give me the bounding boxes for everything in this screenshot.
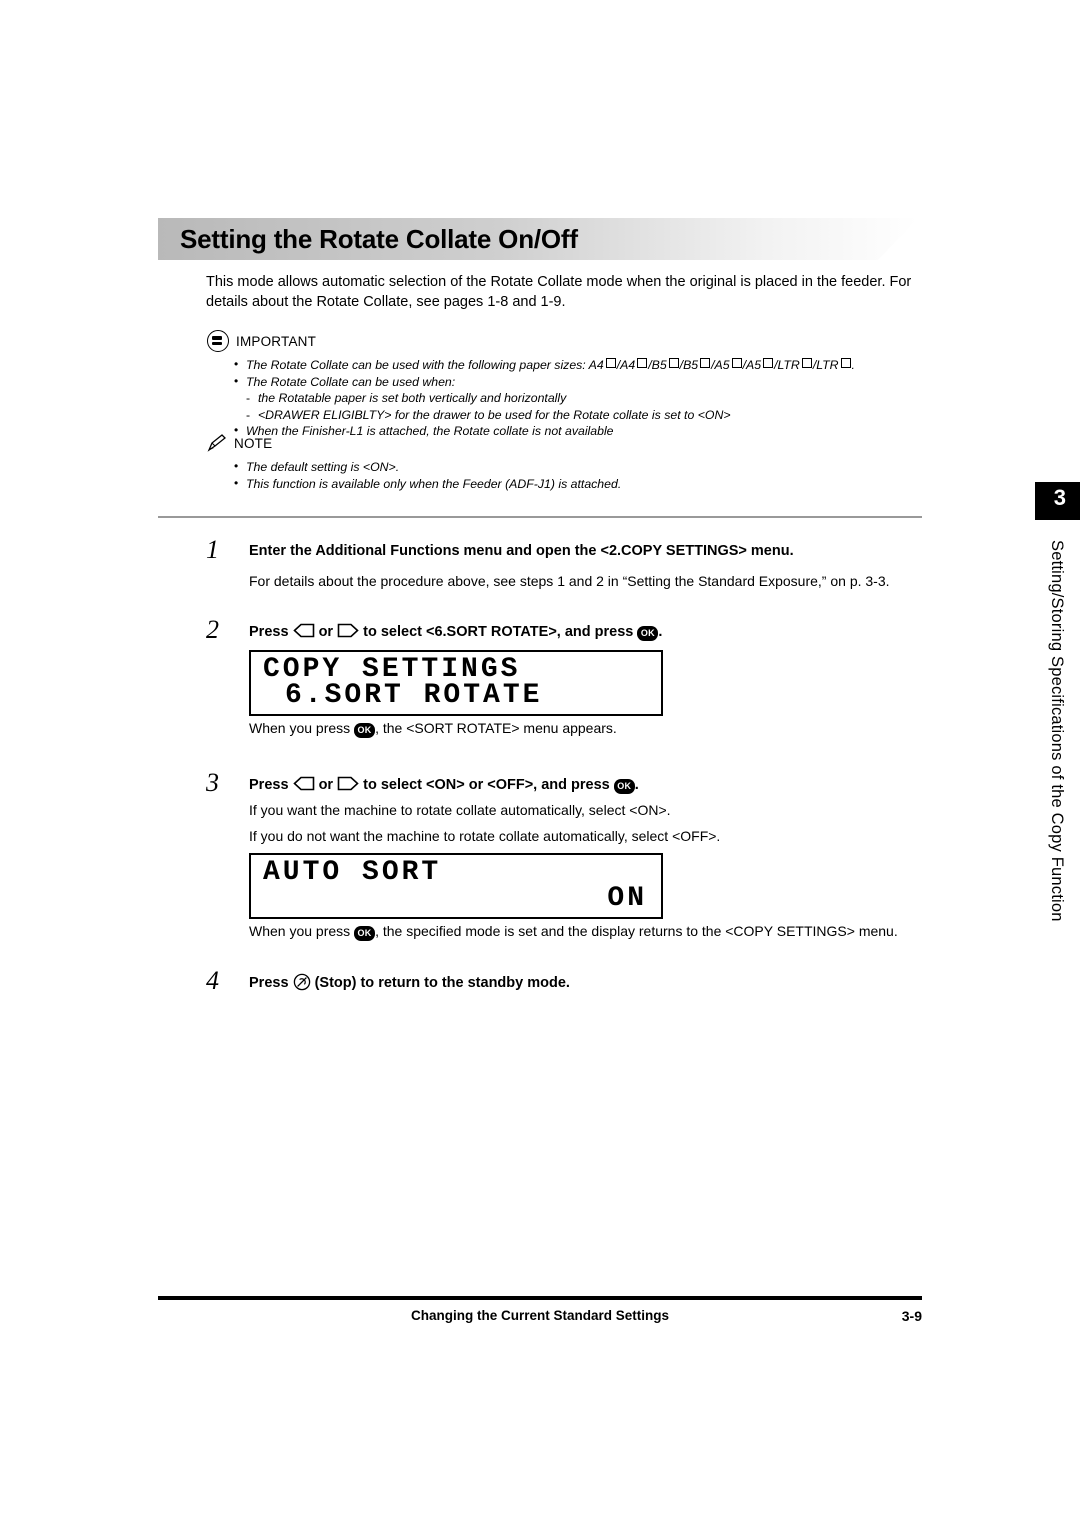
size-square-icon <box>700 358 711 368</box>
step-2-heading: Press or to select <6.SORT ROTATE>, and … <box>249 622 929 642</box>
chapter-number: 3 <box>1053 485 1066 510</box>
ok-key-icon: OK <box>613 779 635 794</box>
step-3-caption: When you press OK, the specified mode is… <box>249 921 939 941</box>
step-4-text-post: (Stop) to return to the standby mode. <box>314 975 570 991</box>
step-number-3: 3 <box>206 768 219 797</box>
bullet-text: /A5 <box>742 358 762 372</box>
size-square-icon <box>763 358 774 368</box>
step-2-caption: When you press OK, the <SORT ROTATE> men… <box>249 718 929 738</box>
bullet-text: /LTR <box>812 358 839 372</box>
step-3-text-end: . <box>634 777 639 793</box>
bullet-item: The Rotate Collate can be used with the … <box>232 356 932 374</box>
left-arrow-key-icon <box>292 776 315 791</box>
footer-divider <box>158 1296 922 1300</box>
step-3-body-1: If you want the machine to rotate collat… <box>249 802 671 818</box>
size-square-icon <box>731 358 742 368</box>
left-arrow-key-icon <box>292 623 315 638</box>
section-divider <box>158 516 922 518</box>
section-title-banner: Setting the Rotate Collate On/Off <box>158 218 918 260</box>
bullet-text: /LTR <box>774 358 800 372</box>
step-3-body-2: If you do not want the machine to rotate… <box>249 828 721 844</box>
size-square-icon <box>801 358 812 368</box>
size-square-icon <box>605 358 616 368</box>
step-2-text-pre: Press <box>249 624 289 640</box>
step-3-heading: Press or to select <ON> or <OFF>, and pr… <box>249 775 929 795</box>
lcd-2-line-1: AUTO SORT <box>263 857 442 888</box>
step-3-text-post: to select <ON> or <OFF>, and press <box>363 777 610 793</box>
right-arrow-key-icon <box>337 623 359 638</box>
step-1-heading: Enter the Additional Functions menu and … <box>249 543 794 559</box>
note-bullets: The default setting is <ON>. This functi… <box>232 458 932 493</box>
size-square-icon <box>668 358 679 368</box>
bullet-text: /B5 <box>679 358 699 372</box>
step-3-text-pre: Press <box>249 777 289 793</box>
ok-key-icon: OK <box>354 926 376 941</box>
page-title: Setting the Rotate Collate On/Off <box>180 224 578 254</box>
important-label: IMPORTANT <box>236 333 317 349</box>
step-number-2: 2 <box>206 615 219 644</box>
bullet-text: The Rotate Collate can be used with the … <box>246 358 604 372</box>
stop-key-icon <box>293 973 311 991</box>
step-3-caption-pre: When you press <box>249 923 351 939</box>
bullet-item: This function is available only when the… <box>232 475 932 493</box>
step-number-1: 1 <box>206 535 219 564</box>
bullet-item: When the Finisher-L1 is attached, the Ro… <box>232 422 932 440</box>
important-bullets: The Rotate Collate can be used with the … <box>232 356 932 440</box>
step-4-heading: Press (Stop) to return to the standby mo… <box>249 973 929 993</box>
chapter-side-title: Setting/Storing Specifications of the Co… <box>1048 540 1066 922</box>
step-4-text-pre: Press <box>249 975 289 991</box>
document-page: Setting the Rotate Collate On/Off This m… <box>0 0 1080 1528</box>
step-3-text-mid: or <box>318 777 334 793</box>
intro-paragraph: This mode allows automatic selection of … <box>206 274 912 310</box>
lcd-1-line-2: 6.SORT ROTATE <box>285 680 543 711</box>
step-2-text-end: . <box>658 624 663 640</box>
bullet-item: The Rotate Collate can be used when: <box>232 373 932 391</box>
step-2-text-mid: or <box>318 624 334 640</box>
step-2-caption-pre: When you press <box>249 720 351 736</box>
ok-key-icon: OK <box>354 723 376 738</box>
ok-key-icon: OK <box>637 626 659 641</box>
footer-page-number: 3-9 <box>901 1308 922 1324</box>
dash-item: <DRAWER ELIGIBLTY> for the drawer to be … <box>232 407 932 424</box>
note-block-header: NOTE <box>207 434 272 452</box>
right-arrow-key-icon <box>337 776 359 791</box>
size-square-icon <box>840 358 851 368</box>
pencil-icon <box>207 434 227 452</box>
important-icon <box>207 330 229 352</box>
bullet-text: . <box>851 358 855 372</box>
bullet-text: /A5 <box>711 358 730 372</box>
lcd-2-line-2: ON <box>607 883 647 914</box>
step-number-4: 4 <box>206 966 219 995</box>
step-1-body: For details about the procedure above, s… <box>249 573 890 589</box>
note-label: NOTE <box>234 435 273 451</box>
bullet-text: /B5 <box>648 358 667 372</box>
bullet-text: /A4 <box>616 358 636 372</box>
size-square-icon <box>637 358 648 368</box>
step-2-caption-post: , the <SORT ROTATE> menu appears. <box>375 720 617 736</box>
dash-item: the Rotatable paper is set both vertical… <box>232 390 932 407</box>
lcd-panel-1: COPY SETTINGS 6.SORT ROTATE <box>249 650 663 716</box>
important-block-header: IMPORTANT <box>207 330 316 352</box>
lcd-panel-2: AUTO SORT ON <box>249 853 663 919</box>
step-3-caption-post: , the specified mode is set and the disp… <box>375 923 898 939</box>
bullet-item: The default setting is <ON>. <box>232 458 932 476</box>
step-2-text-post: to select <6.SORT ROTATE>, and press <box>363 624 634 640</box>
